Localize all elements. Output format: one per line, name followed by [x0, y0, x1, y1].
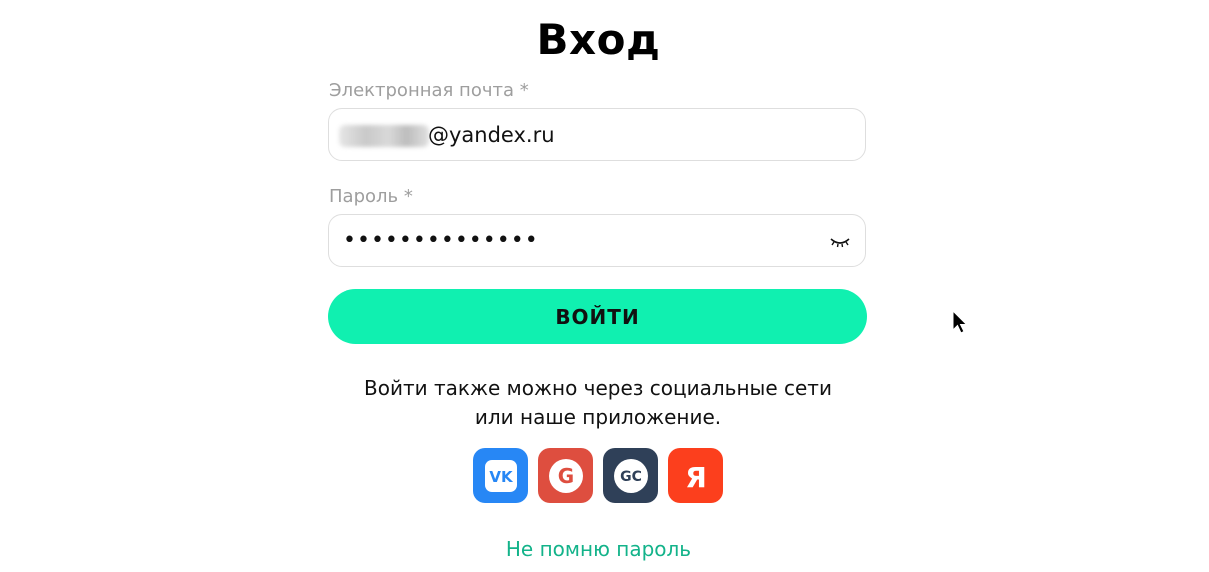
- password-value: ••••••••••••••: [343, 228, 539, 253]
- yandex-login-button[interactable]: Я: [668, 448, 723, 503]
- social-text-line-1: Войти также можно через социальные сети: [364, 376, 832, 400]
- vk-icon: VK: [484, 459, 517, 492]
- page-title: Вход: [536, 15, 661, 64]
- login-page: Вход Электронная почта * @yandex.ru Паро…: [0, 0, 1209, 572]
- email-field[interactable]: @yandex.ru: [328, 108, 866, 161]
- email-redacted-mask: [339, 125, 429, 147]
- social-buttons: VK G GC Я: [473, 448, 723, 503]
- svg-text:GC: GC: [620, 469, 642, 485]
- gc-icon: GC: [613, 458, 648, 493]
- eye-closed-icon[interactable]: [829, 231, 851, 251]
- login-button[interactable]: ВОЙТИ: [328, 289, 867, 344]
- svg-text:Я: Я: [685, 461, 707, 494]
- google-icon: G: [548, 458, 583, 493]
- mouse-cursor-icon: [952, 310, 968, 334]
- email-value: @yandex.ru: [428, 123, 555, 147]
- gc-login-button[interactable]: GC: [603, 448, 658, 503]
- svg-text:VK: VK: [489, 468, 514, 486]
- yandex-icon: Я: [685, 461, 707, 494]
- password-field[interactable]: ••••••••••••••: [328, 214, 866, 267]
- google-login-button[interactable]: G: [538, 448, 593, 503]
- password-label: Пароль *: [329, 186, 413, 207]
- social-text-line-2: или наше приложение.: [474, 405, 722, 429]
- vk-login-button[interactable]: VK: [473, 448, 528, 503]
- forgot-password-link[interactable]: Не помню пароль: [0, 535, 1197, 563]
- svg-text:G: G: [557, 464, 573, 488]
- email-label: Электронная почта *: [329, 80, 529, 101]
- social-login-text: Войти также можно через социальные сети …: [300, 374, 896, 432]
